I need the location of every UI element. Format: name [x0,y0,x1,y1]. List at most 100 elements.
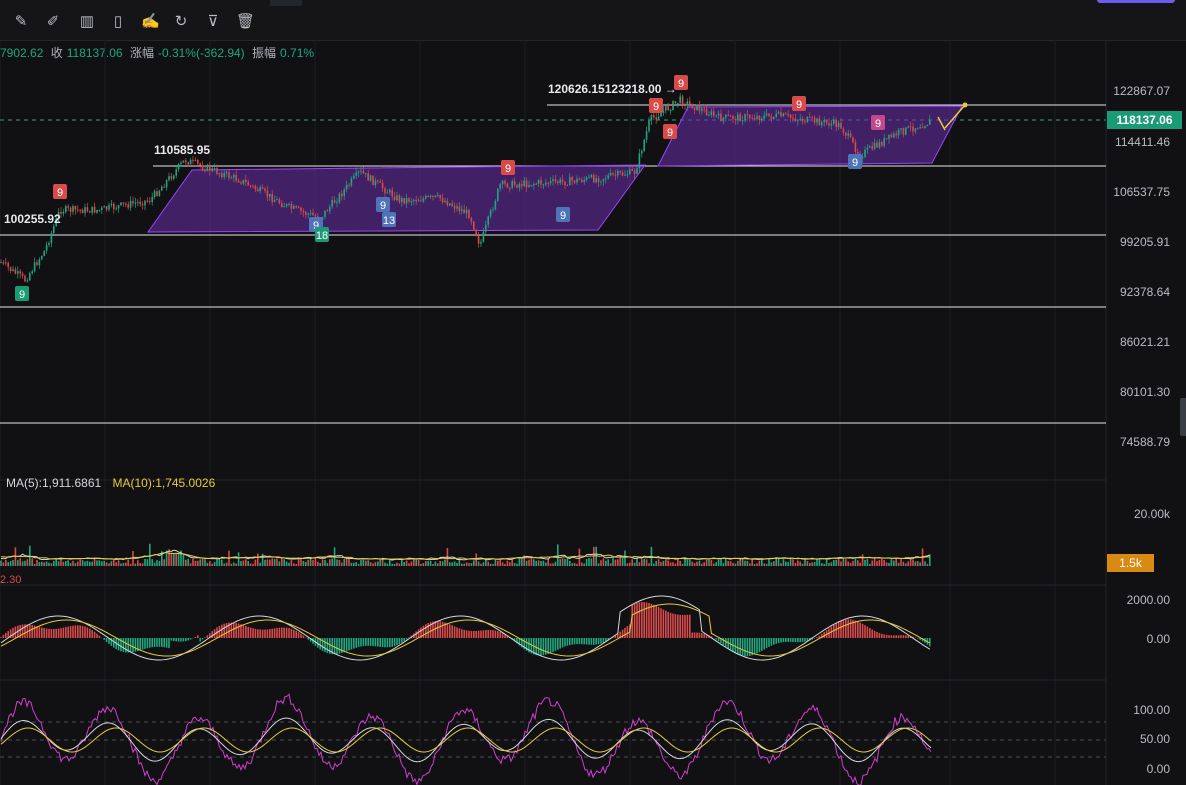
candle-body [398,195,401,202]
volume-bar [801,563,804,566]
candle-body [5,262,7,264]
candle-body [209,164,211,171]
volume-bar [825,558,828,566]
candle-body [528,184,530,188]
volume-bar [830,562,833,566]
pen-icon[interactable]: ✐ [44,13,62,31]
accent-button[interactable] [1097,0,1175,3]
macd-axis-label: 0.00 [1146,632,1170,646]
candle-body [873,142,876,149]
volume-bar [509,562,511,566]
edit-note-icon[interactable]: ✍ [141,13,160,31]
candle-body [312,212,314,216]
candle-body [161,186,163,191]
macd-histogram-bar [473,630,475,638]
volume-bar [336,559,338,566]
macd-histogram-bar [749,638,751,656]
volume-bar [408,563,410,566]
candle-body [739,114,741,122]
volume-bar [117,560,120,566]
tab-stub[interactable] [270,0,302,6]
candle-body [218,173,221,175]
ruler-icon[interactable]: ✎ [12,13,30,31]
refresh-icon[interactable]: ↻ [172,13,190,31]
macd-histogram-bar [753,638,756,655]
macd-histogram-bar [281,627,283,638]
candle-body [213,168,216,170]
volume-bar [120,563,122,566]
volume-bar [837,559,840,566]
volume-bar [715,562,717,566]
volume-bar [348,558,350,566]
candle-body [81,209,84,214]
volume-bar [717,559,720,566]
candle-body [845,132,847,136]
volume-bar [828,562,830,566]
macd-histogram-bar [141,638,144,650]
macd-histogram-bar [31,625,33,638]
filter-icon[interactable]: ⊽ [204,13,222,31]
candle-body [854,142,857,152]
candle-body [403,197,405,204]
candle-body [384,188,386,194]
candle-body [175,169,177,176]
candle-body [146,200,149,202]
macd-histogram-bar [5,632,7,638]
candle-body [278,199,281,204]
volume-bar [710,559,713,566]
volume-bar [204,559,206,566]
candle-body [684,105,686,107]
macd-histogram-bar [665,610,667,638]
candle-body [720,113,722,122]
volume-bar [189,563,192,566]
candle-body [504,180,506,184]
volume-bar [74,563,77,566]
volume-bar [456,562,458,566]
candle-body [919,127,921,129]
candle-body [885,138,888,140]
candle-body [576,178,578,183]
candle-body [137,201,139,203]
volume-bar [691,561,693,566]
candle-body [381,182,384,189]
candle-body [837,122,840,127]
macd-histogram-bar [161,638,163,647]
candle-body [861,156,864,159]
macd-histogram-bar [881,633,883,638]
volume-bar [266,559,269,566]
volume-bar [753,563,756,566]
candle-body [165,180,168,188]
trash-icon[interactable]: 🗑 [236,13,255,31]
candle-body [336,202,338,204]
candle-body [185,160,187,163]
candle-body [789,114,792,118]
macd-histogram-bar [422,625,425,638]
panel-collapse-handle[interactable] [1180,398,1186,436]
candle-body [902,128,905,135]
candlestick-icon[interactable]: ▥ [78,13,96,31]
volume-ma-legend: MA(5):1,911.6861 MA(10):1,745.0026 [6,476,215,490]
volume-bar [720,558,722,566]
volume-bar [876,561,878,566]
volume-bar [345,558,348,566]
macd-histogram-bar [482,630,485,638]
candle-body [297,207,300,209]
volume-bar [156,560,158,566]
candle-body [624,174,626,176]
clipboard-icon[interactable]: ▯ [109,13,127,31]
candle-body [734,118,737,120]
candle-body [302,210,305,213]
volume-bar [679,560,681,566]
candle-body [645,131,648,140]
volume-bar [170,552,173,566]
candle-body [271,194,273,202]
volume-bar [924,561,926,566]
macd-histogram-bar [225,623,228,638]
volume-bar [259,562,261,566]
candle-body [741,120,744,122]
candle-body [329,206,331,212]
macd-histogram-bar [465,630,468,638]
volume-bar [377,561,379,566]
macd-histogram-bar [744,638,746,657]
candle-body [21,273,24,276]
